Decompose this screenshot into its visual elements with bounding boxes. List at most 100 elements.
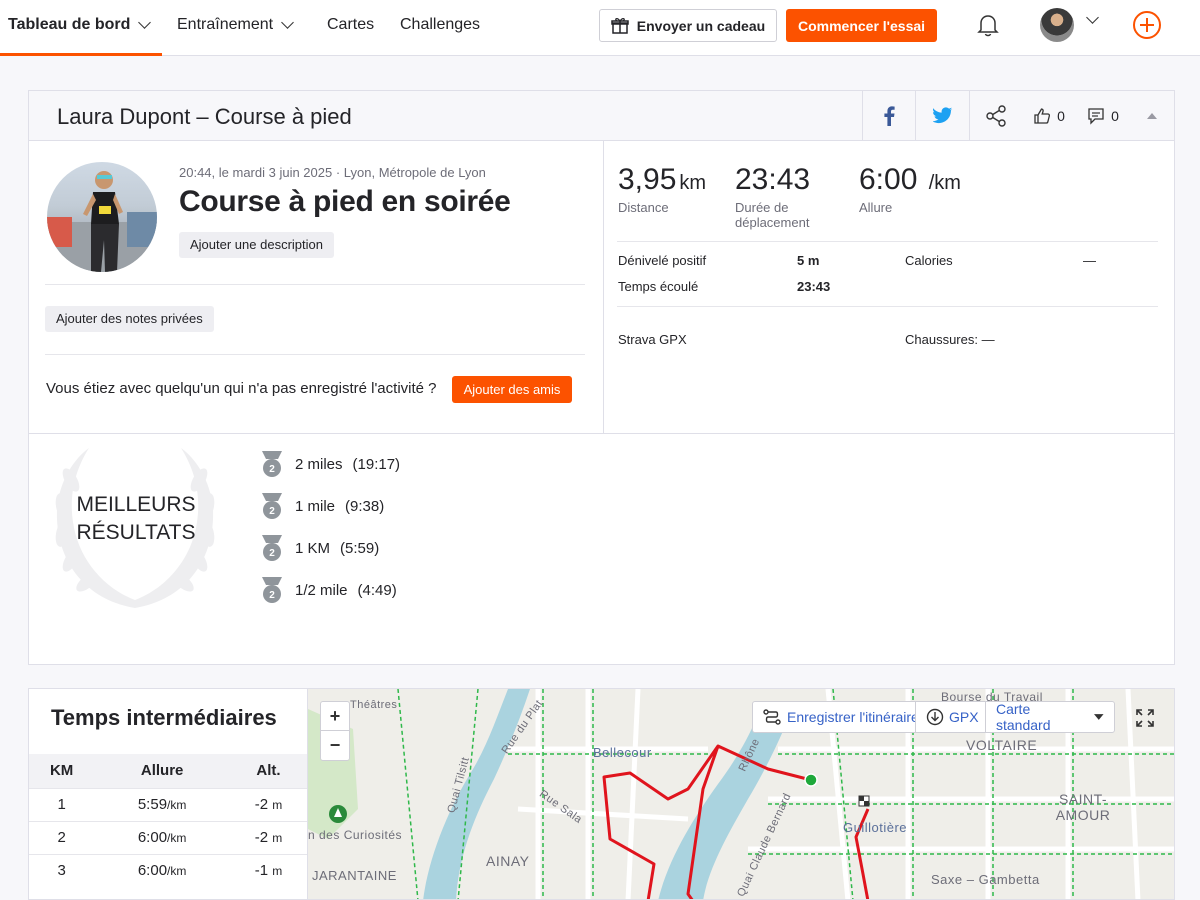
moving-time-label: Durée de déplacement xyxy=(735,200,810,230)
activity-stats: 3,95 km Distance 23:43 Durée de déplaceme… xyxy=(605,141,1175,433)
divider xyxy=(45,354,585,355)
table-row: 1 5:59/km -2 m xyxy=(29,787,307,821)
medal-icon: 2 xyxy=(262,577,282,603)
header-actions: 0 0 xyxy=(862,91,1174,140)
runner-image xyxy=(47,171,157,272)
download-icon xyxy=(926,708,944,726)
kudos-button[interactable]: 0 xyxy=(1022,91,1076,140)
medal-icon: 2 xyxy=(262,493,282,519)
calories-label: Calories xyxy=(905,253,953,268)
map-label: Théâtres xyxy=(350,699,398,711)
chevron-down-icon xyxy=(138,16,152,29)
caret-up-icon xyxy=(1147,112,1157,119)
friends-question: Vous étiez avec quelqu'un qui n'a pas en… xyxy=(46,380,437,397)
best-effort-item[interactable]: 2 2 miles (19:17) xyxy=(259,449,400,479)
map-label: Bellecour xyxy=(593,745,652,760)
share-twitter-button[interactable] xyxy=(915,91,969,140)
add-plus-icon[interactable] xyxy=(1133,11,1161,39)
add-friends-button[interactable]: Ajouter des amis xyxy=(452,376,572,403)
caret-down-icon xyxy=(1094,714,1104,720)
map-label: Guillotière xyxy=(843,820,908,835)
moving-time-stat: 23:43 xyxy=(735,163,811,196)
gift-icon xyxy=(611,17,629,34)
medal-icon: 2 xyxy=(262,535,282,561)
map-label: n des Curiosités xyxy=(308,828,403,842)
facebook-icon xyxy=(884,105,895,126)
route-map[interactable]: + − Enregistrer l'itinéraire GPX Carte s… xyxy=(307,688,1175,900)
table-row: 3 6:00/km -1 m xyxy=(29,853,307,887)
device-name: Strava GPX xyxy=(618,332,687,347)
notifications-bell-icon[interactable] xyxy=(975,12,1001,38)
pace-label: Allure xyxy=(859,200,893,215)
map-label: Saxe – Gambetta xyxy=(931,872,1040,887)
activity-summary: 20:44, le mardi 3 juin 2025 · Lyon, Métr… xyxy=(29,141,604,433)
splits-title: Temps intermédiaires xyxy=(51,705,277,730)
map-label: SAINT-AMOUR xyxy=(1055,791,1111,823)
share-button[interactable] xyxy=(969,91,1022,140)
map-label: JARANTAINE xyxy=(312,868,397,883)
map-label: AINAY xyxy=(486,853,530,869)
chevron-down-icon[interactable] xyxy=(1086,11,1099,24)
nav-challenges[interactable]: Challenges xyxy=(400,0,480,50)
add-description-button[interactable]: Ajouter une description xyxy=(179,232,334,258)
save-route-button[interactable]: Enregistrer l'itinéraire xyxy=(752,701,930,733)
activity-card: Laura Dupont – Course à pied 0 0 20:44, … xyxy=(28,90,1175,665)
splits-panel: Temps intermédiaires KM Allure Alt. 1 5:… xyxy=(28,688,307,900)
top-navigation: Tableau de bord Entraînement Cartes Chal… xyxy=(0,0,1200,56)
svg-text:2: 2 xyxy=(269,464,275,475)
route-icon xyxy=(763,709,781,725)
nav-maps[interactable]: Cartes xyxy=(327,0,374,50)
collapse-button[interactable] xyxy=(1130,91,1174,140)
elevation-label: Dénivelé positif xyxy=(618,253,707,268)
share-icon xyxy=(986,104,1006,127)
thumbs-up-icon xyxy=(1034,107,1051,124)
comments-button[interactable]: 0 xyxy=(1076,91,1130,140)
pace-stat: 6:00 /km xyxy=(859,163,961,196)
zoom-out-button[interactable]: − xyxy=(321,731,349,760)
calories-value: — xyxy=(1083,253,1096,268)
divider xyxy=(617,241,1158,242)
distance-stat: 3,95 km xyxy=(618,163,707,196)
expand-icon xyxy=(1136,709,1154,727)
comment-count: 0 xyxy=(1111,107,1119,124)
shoes-info: Chaussures: — xyxy=(905,332,995,347)
best-efforts-title: MEILLEURS RÉSULTATS xyxy=(76,493,196,544)
add-private-notes-button[interactable]: Ajouter des notes privées xyxy=(45,306,214,332)
elapsed-time-value: 23:43 xyxy=(797,279,831,294)
distance-label: Distance xyxy=(618,200,669,215)
chevron-down-icon xyxy=(281,16,294,29)
send-gift-button[interactable]: Envoyer un cadeau xyxy=(599,9,777,42)
nav-dashboard[interactable]: Tableau de bord xyxy=(8,0,152,50)
comment-icon xyxy=(1088,107,1104,125)
user-avatar[interactable] xyxy=(1040,8,1074,42)
best-effort-item[interactable]: 2 1/2 mile (4:49) xyxy=(259,575,397,605)
best-efforts-section: MEILLEURS RÉSULTATS 2 2 miles (19:17) 2 … xyxy=(29,433,1174,665)
table-row: 2 6:00/km -2 m xyxy=(29,820,307,854)
start-trial-button[interactable]: Commencer l'essai xyxy=(786,9,937,42)
best-effort-item[interactable]: 2 1 KM (5:59) xyxy=(259,533,379,563)
activity-owner-title: Laura Dupont – Course à pied xyxy=(57,104,352,129)
fullscreen-button[interactable] xyxy=(1132,705,1158,731)
svg-text:2: 2 xyxy=(269,506,275,517)
svg-text:2: 2 xyxy=(269,548,275,559)
splits-table: KM Allure Alt. 1 5:59/km -2 m 2 6:00/km … xyxy=(29,754,307,887)
svg-text:2: 2 xyxy=(269,590,275,601)
nav-training[interactable]: Entraînement xyxy=(177,0,294,50)
elapsed-time-label: Temps écoulé xyxy=(618,279,699,294)
activity-meta: 20:44, le mardi 3 juin 2025 · Lyon, Métr… xyxy=(179,165,486,180)
active-nav-indicator xyxy=(0,53,162,56)
table-header-row: KM Allure Alt. xyxy=(29,754,307,788)
elevation-value: 5 m xyxy=(797,253,820,268)
map-style-select[interactable]: Carte standard xyxy=(985,701,1115,733)
activity-title: Course à pied en soirée xyxy=(179,185,511,218)
divider xyxy=(45,284,585,285)
kudos-count: 0 xyxy=(1057,107,1065,124)
medal-icon: 2 xyxy=(262,451,282,477)
zoom-in-button[interactable]: + xyxy=(321,702,349,731)
athlete-photo xyxy=(47,162,157,272)
best-effort-item[interactable]: 2 1 mile (9:38) xyxy=(259,491,384,521)
map-zoom-controls: + − xyxy=(320,701,350,761)
twitter-icon xyxy=(932,107,952,124)
gpx-download-button[interactable]: GPX xyxy=(915,701,990,733)
share-facebook-button[interactable] xyxy=(862,91,915,140)
